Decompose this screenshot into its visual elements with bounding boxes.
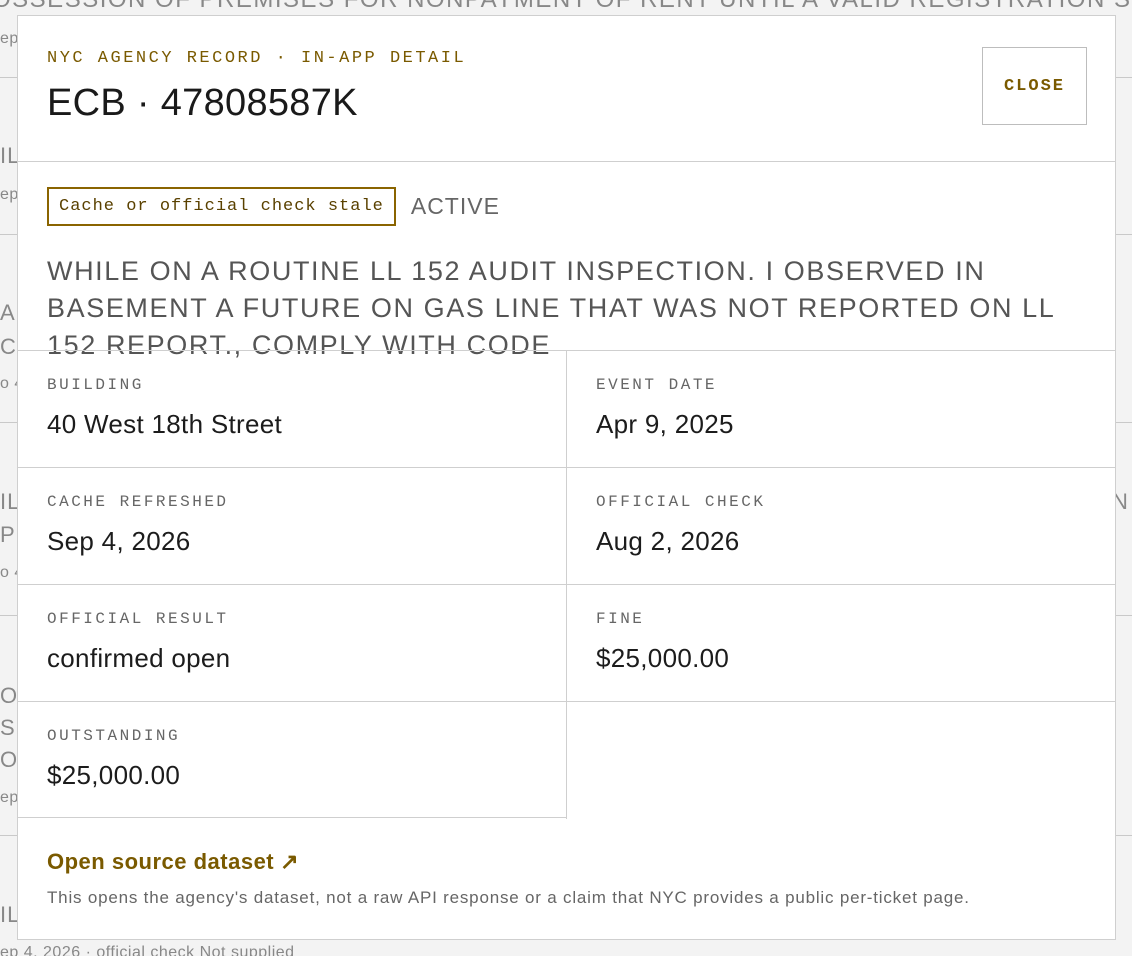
- close-button[interactable]: CLOSE: [982, 47, 1087, 125]
- record-title: ECB · 47808587K: [47, 82, 358, 124]
- detail-row: CACHE REFRESHED Sep 4, 2026 OFFICIAL CHE…: [18, 467, 1115, 584]
- cache-refreshed-cell: CACHE REFRESHED Sep 4, 2026: [18, 468, 566, 584]
- violation-description: WHILE ON A ROUTINE LL 152 AUDIT INSPECTI…: [47, 256, 1055, 360]
- background-row-title: OSSESSION OF PREMISES FOR NONPAYMENT OF …: [0, 0, 1132, 14]
- cache-refreshed-value: Sep 4, 2026: [47, 526, 191, 556]
- official-result-value: confirmed open: [47, 643, 231, 673]
- outstanding-label: OUTSTANDING: [47, 727, 181, 745]
- official-result-cell: OFFICIAL RESULT confirmed open: [18, 585, 566, 701]
- external-link-icon: ↗: [280, 849, 300, 874]
- event-date-label: EVENT DATE: [596, 376, 718, 394]
- detail-row: BUILDING 40 West 18th Street EVENT DATE …: [18, 350, 1115, 467]
- official-check-label: OFFICIAL CHECK: [596, 493, 766, 511]
- record-detail-modal: NYC AGENCY RECORD · IN-APP DETAIL ECB · …: [17, 15, 1116, 940]
- event-date-value: Apr 9, 2025: [596, 409, 734, 439]
- background-fragment: ep: [0, 186, 19, 203]
- fine-value: $25,000.00: [596, 643, 730, 673]
- background-fragment: ep: [0, 30, 19, 47]
- modal-eyebrow: NYC AGENCY RECORD · IN-APP DETAIL: [47, 49, 467, 68]
- building-cell: BUILDING 40 West 18th Street: [18, 351, 566, 467]
- status-row: Cache or official check stale ACTIVE: [47, 186, 500, 226]
- detail-row: OUTSTANDING $25,000.00: [18, 701, 1115, 819]
- background-fragment: S: [0, 715, 16, 740]
- background-fragment: ep 4, 2026 · official check Not supplied: [0, 944, 295, 956]
- stale-badge: Cache or official check stale: [47, 186, 396, 226]
- background-fragment: C: [0, 334, 17, 359]
- fine-cell: FINE $25,000.00: [566, 585, 1115, 701]
- cache-refreshed-label: CACHE REFRESHED: [47, 493, 229, 511]
- dataset-disclaimer: This opens the agency's dataset, not a r…: [47, 888, 970, 907]
- event-date-cell: EVENT DATE Apr 9, 2025: [566, 351, 1115, 467]
- detail-grid: BUILDING 40 West 18th Street EVENT DATE …: [18, 350, 1115, 819]
- empty-cell: [566, 702, 1115, 819]
- dataset-link-label: Open source dataset: [47, 849, 275, 874]
- building-value: 40 West 18th Street: [47, 409, 283, 439]
- outstanding-value: $25,000.00: [47, 760, 181, 790]
- official-check-cell: OFFICIAL CHECK Aug 2, 2026: [566, 468, 1115, 584]
- modal-header: NYC AGENCY RECORD · IN-APP DETAIL ECB · …: [18, 16, 1115, 162]
- building-label: BUILDING: [47, 376, 144, 394]
- status-text: ACTIVE: [410, 192, 500, 219]
- outstanding-cell: OUTSTANDING $25,000.00: [18, 702, 566, 818]
- official-check-value: Aug 2, 2026: [596, 526, 740, 556]
- fine-label: FINE: [596, 610, 645, 628]
- official-result-label: OFFICIAL RESULT: [47, 610, 229, 628]
- background-fragment: ep: [0, 789, 19, 806]
- detail-row: OFFICIAL RESULT confirmed open FINE $25,…: [18, 584, 1115, 701]
- open-source-dataset-link[interactable]: Open source dataset ↗: [47, 849, 299, 875]
